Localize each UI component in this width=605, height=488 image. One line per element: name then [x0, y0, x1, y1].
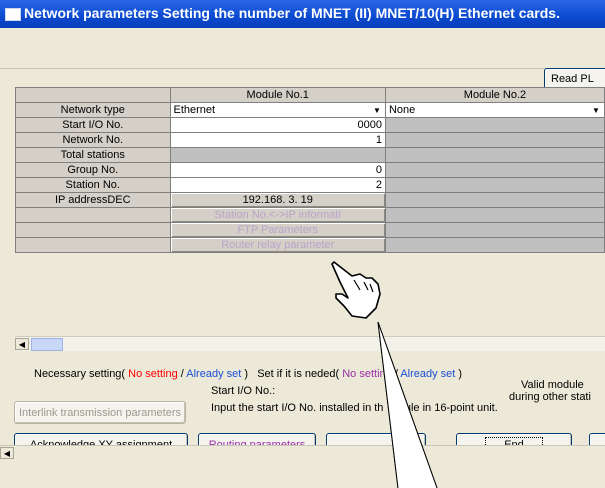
table-row: Start I/O No. 0000	[15, 117, 605, 133]
start-io-help-text: Input the start I/O No. installed in th …	[211, 402, 498, 414]
network-type-module1-select[interactable]: Ethernet ▼	[169, 102, 386, 118]
window-title: Network parameters Setting the number of…	[24, 5, 560, 21]
legend-optional-no-setting: No setting	[342, 368, 392, 380]
start-io-help-text-part2: odule in 16-point unit.	[392, 402, 498, 414]
legend-close-paren: )	[244, 368, 249, 380]
ftp-module2-cell	[384, 222, 605, 238]
table-row: IP addressDEC 192.168. 3. 19	[15, 192, 605, 208]
table-row: Total stations	[15, 147, 605, 163]
router-module2-cell	[384, 237, 605, 253]
row-label-network-no: Network No.	[15, 132, 171, 148]
ip-address-module2-cell	[384, 192, 605, 208]
station-ip-info-button[interactable]: Station No.<->IP informati	[169, 207, 386, 223]
row-label-network-type: Network type	[15, 102, 171, 118]
legend-no-setting: No setting	[128, 368, 178, 380]
legend-close-paren: )	[458, 368, 463, 380]
title-bar: Network parameters Setting the number of…	[0, 0, 605, 28]
legend-optional-label: Set if it is ne	[257, 368, 318, 380]
corner-cell	[15, 87, 171, 103]
row-label-ip-address: IP addressDEC	[15, 192, 171, 208]
row-label-empty	[15, 207, 171, 223]
legend-optional-label-end: ded(	[317, 368, 340, 380]
dropdown-arrow-icon[interactable]: ▼	[590, 105, 602, 116]
row-label-group-no: Group No.	[15, 162, 171, 178]
scroll-left-icon[interactable]: ◀	[0, 447, 14, 459]
router-relay-parameter-button[interactable]: Router relay parameter	[169, 237, 386, 253]
scrollbar-thumb[interactable]	[31, 338, 63, 351]
start-io-module2-cell	[384, 117, 605, 133]
station-no-module1-input[interactable]: 2	[169, 177, 386, 193]
column-header-module1: Module No.1	[169, 87, 386, 103]
column-header-module2: Module No.2	[384, 87, 605, 103]
legend-already-set: Already set	[186, 368, 242, 380]
station-ip-module2-cell	[384, 207, 605, 223]
module-settings-table: Module No.1 Module No.2 Network type Eth…	[15, 87, 605, 253]
valid-module-label-2: during other stati	[509, 391, 591, 403]
table-header-row: Module No.1 Module No.2	[15, 87, 605, 103]
scroll-left-icon[interactable]: ◀	[15, 338, 29, 350]
window-icon	[5, 8, 21, 21]
network-no-module2-cell	[384, 132, 605, 148]
table-row: Station No.<->IP informati	[15, 207, 605, 223]
network-no-module1-input[interactable]: 1	[169, 132, 386, 148]
table-row: FTP Parameters	[15, 222, 605, 238]
start-io-help-text-part1: Input the start I/O No. installed in th	[211, 402, 384, 414]
row-label-start-io: Start I/O No.	[15, 117, 171, 133]
legend-slash: /	[394, 368, 398, 380]
table-row: Network type Ethernet ▼ None ▼	[15, 102, 605, 118]
network-type-module2-value: None	[388, 104, 416, 116]
total-stations-module2-cell	[384, 147, 605, 163]
table-row: Router relay parameter	[15, 237, 605, 253]
total-stations-module1-cell	[169, 147, 386, 163]
station-no-module2-cell	[384, 177, 605, 193]
group-no-module1-input[interactable]: 0	[169, 162, 386, 178]
hand-pointer-icon	[331, 261, 381, 319]
table-row: Station No. 2	[15, 177, 605, 193]
network-parameters-window: Network parameters Setting the number of…	[0, 0, 605, 488]
table-row: Group No. 0	[15, 162, 605, 178]
legend-necessary-label: Necessary setting(	[34, 368, 126, 380]
legend-slash: /	[180, 368, 184, 380]
start-io-help-heading: Start I/O No.:	[211, 385, 276, 397]
table-horizontal-scrollbar[interactable]: ◀	[15, 336, 605, 351]
row-label-empty	[15, 222, 171, 238]
ftp-parameters-button[interactable]: FTP Parameters	[169, 222, 386, 238]
row-label-total-stations: Total stations	[15, 147, 171, 163]
legend-optional-already-set: Already set	[400, 368, 456, 380]
row-label-empty	[15, 237, 171, 253]
table-row: Network No. 1	[15, 132, 605, 148]
ip-address-module1-button[interactable]: 192.168. 3. 19	[169, 192, 386, 208]
network-type-module1-value: Ethernet	[173, 104, 216, 116]
row-label-station-no: Station No.	[15, 177, 171, 193]
setting-legend: Necessary setting( No setting / Already …	[34, 368, 462, 380]
dropdown-arrow-icon[interactable]: ▼	[371, 105, 383, 116]
network-type-module2-select[interactable]: None ▼	[384, 102, 605, 118]
top-toolbar	[0, 28, 605, 69]
bottom-scrollbar[interactable]: ◀	[0, 445, 605, 461]
valid-module-label: Valid module	[521, 379, 584, 391]
start-io-module1-input[interactable]: 0000	[169, 117, 386, 133]
interlink-transmission-parameters-button[interactable]: Interlink transmission parameters	[14, 401, 186, 424]
group-no-module2-cell	[384, 162, 605, 178]
